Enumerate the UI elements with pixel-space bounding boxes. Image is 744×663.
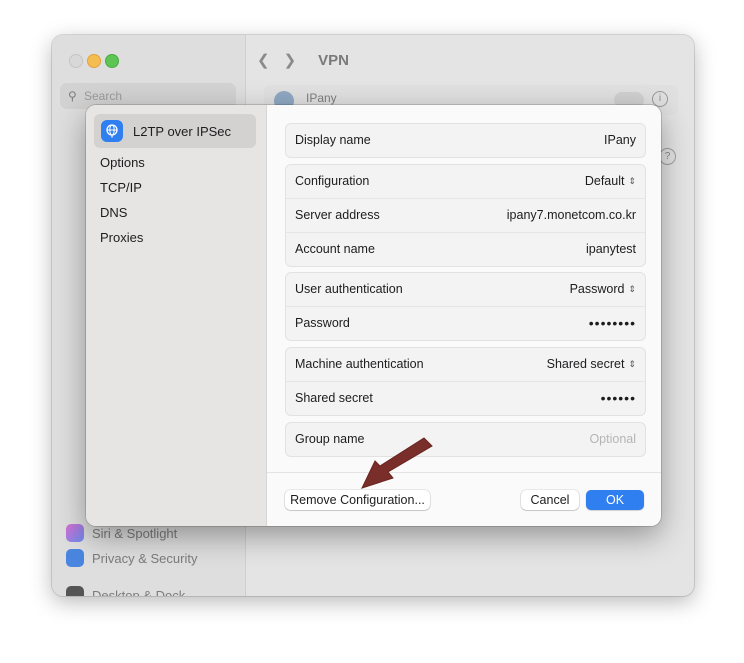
siri-icon [66, 524, 84, 542]
minimize-window-button[interactable] [87, 54, 101, 68]
vpn-globe-icon [101, 120, 123, 142]
user-authentication-row: User authentication Password ⇕ [286, 273, 645, 306]
group-name-group: Group name Optional [285, 422, 646, 457]
configuration-value: Default [584, 174, 625, 188]
shared-secret-row: Shared secret •••••• [286, 381, 645, 415]
machine-authentication-popup[interactable]: Shared secret ⇕ [547, 348, 636, 382]
vpn-configuration-sheet: L2TP over IPSec Options TCP/IP DNS Proxi… [86, 105, 661, 526]
sidebar-selected-label: L2TP over IPSec [133, 123, 232, 139]
machine-authentication-row: Machine authentication Shared secret ⇕ [286, 348, 645, 381]
sidebar-item-desktop-dock[interactable]: Desktop & Dock [66, 586, 185, 596]
window-title: VPN [318, 51, 349, 69]
sidebar-item-label: Privacy & Security [92, 550, 198, 566]
vpn-service-label: IPany [306, 91, 337, 105]
zoom-window-button[interactable] [105, 54, 119, 68]
account-name-label: Account name [295, 242, 375, 256]
user-auth-group: User authentication Password ⇕ Password •… [285, 272, 646, 341]
display-name-field[interactable]: IPany [604, 124, 636, 157]
up-down-chevron-icon: ⇕ [628, 359, 636, 369]
account-name-field[interactable]: ipanytest [586, 233, 636, 266]
sidebar-item-proxies[interactable]: Proxies [100, 230, 143, 245]
search-icon: ⚲ [68, 89, 77, 103]
up-down-chevron-icon: ⇕ [628, 284, 636, 294]
sidebar-item-l2tp[interactable]: L2TP over IPSec [94, 114, 256, 148]
sidebar-item-privacy-security[interactable]: Privacy & Security [66, 549, 197, 567]
sheet-sidebar: L2TP over IPSec Options TCP/IP DNS Proxi… [86, 105, 267, 526]
server-address-row: Server address ipany7.monetcom.co.kr [286, 198, 645, 232]
password-row: Password •••••••• [286, 306, 645, 340]
up-down-chevron-icon: ⇕ [628, 176, 636, 186]
display-name-group: Display name IPany [285, 123, 646, 158]
user-authentication-popup[interactable]: Password ⇕ [570, 273, 636, 307]
sidebar-item-options[interactable]: Options [100, 155, 145, 170]
sidebar-item-dns[interactable]: DNS [100, 205, 127, 220]
forward-chevron-icon[interactable]: ❯ [284, 51, 297, 69]
close-window-button[interactable] [69, 54, 83, 68]
sidebar-item-label: Desktop & Dock [92, 587, 186, 597]
configuration-row: Configuration Default ⇕ [286, 165, 645, 198]
server-address-label: Server address [295, 208, 380, 222]
configuration-popup[interactable]: Default ⇕ [585, 165, 636, 199]
display-name-label: Display name [295, 133, 371, 147]
sidebar-item-tcpip[interactable]: TCP/IP [100, 180, 142, 195]
configuration-label: Configuration [295, 174, 370, 188]
password-label: Password [295, 316, 350, 330]
cancel-button[interactable]: Cancel [521, 490, 579, 510]
account-name-row: Account name ipanytest [286, 232, 645, 266]
group-name-label: Group name [295, 432, 365, 446]
server-address-field[interactable]: ipany7.monetcom.co.kr [507, 199, 636, 232]
password-field[interactable]: •••••••• [589, 307, 636, 340]
sidebar-item-label: Siri & Spotlight [92, 525, 178, 541]
shared-secret-field[interactable]: •••••• [601, 382, 636, 415]
hand-icon [66, 549, 84, 567]
server-group: Configuration Default ⇕ Server address ip… [285, 164, 646, 267]
ok-button[interactable]: OK [586, 490, 644, 510]
help-icon[interactable]: ? [659, 148, 676, 165]
machine-authentication-value: Shared secret [546, 357, 625, 371]
group-name-field[interactable]: Optional [589, 423, 636, 456]
sheet-content: Display name IPany Configuration Default… [267, 105, 661, 526]
user-authentication-value: Password [569, 282, 625, 296]
user-authentication-label: User authentication [295, 282, 403, 296]
display-name-row: Display name IPany [286, 124, 645, 157]
remove-configuration-button[interactable]: Remove Configuration... [285, 490, 430, 510]
back-chevron-icon[interactable]: ❮ [257, 51, 270, 69]
machine-authentication-label: Machine authentication [295, 357, 424, 371]
sidebar-item-siri-spotlight[interactable]: Siri & Spotlight [66, 524, 177, 542]
shared-secret-label: Shared secret [295, 391, 373, 405]
dock-icon [66, 586, 84, 596]
footer-divider [267, 472, 661, 473]
toolbar: ❮ ❯ VPN [257, 45, 349, 75]
machine-auth-group: Machine authentication Shared secret ⇕ Sh… [285, 347, 646, 416]
group-name-row: Group name Optional [286, 423, 645, 456]
